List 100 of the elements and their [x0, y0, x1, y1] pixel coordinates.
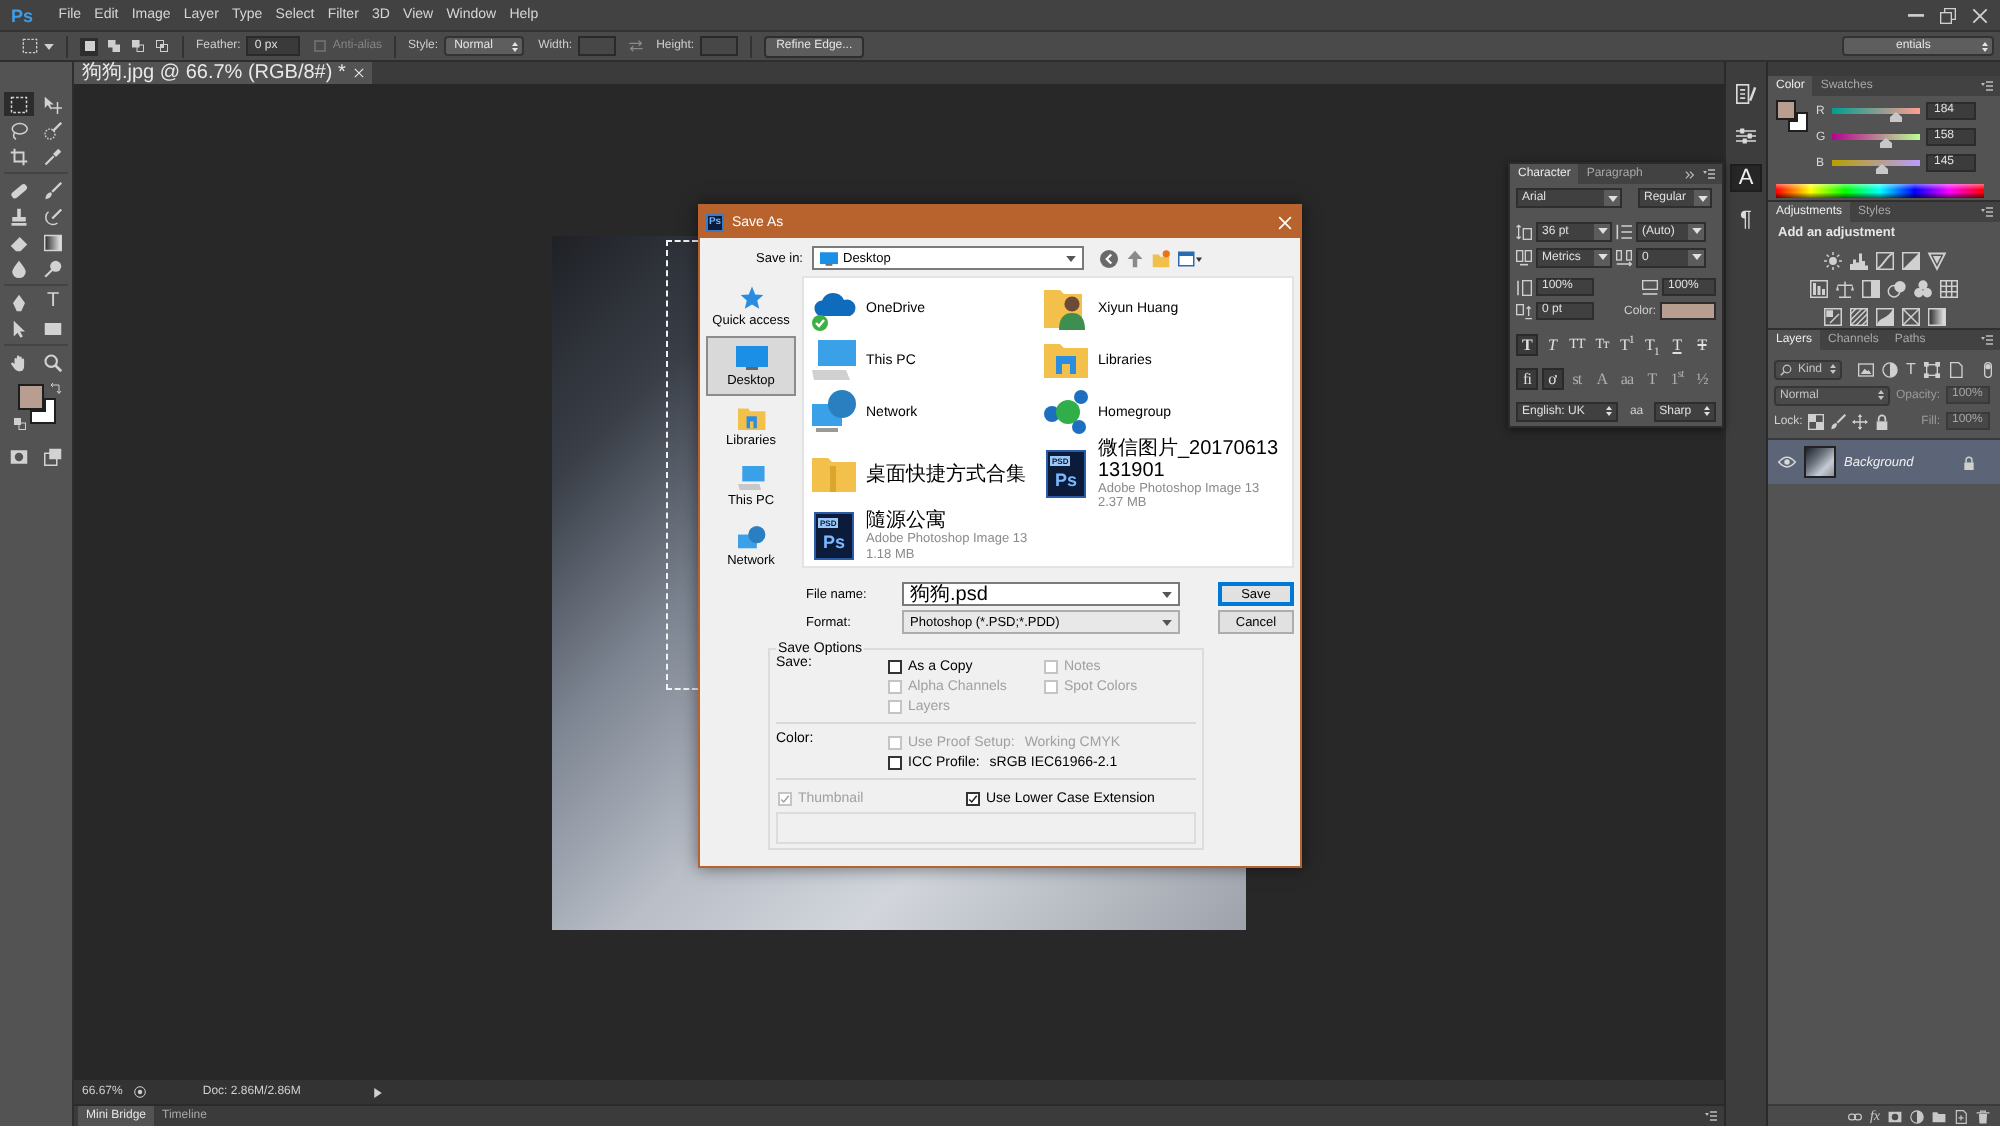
- restore-icon[interactable]: [1940, 7, 1956, 23]
- new-page-icon[interactable]: [1954, 1109, 1968, 1123]
- balance-scale-icon[interactable]: [1836, 280, 1854, 298]
- play-icon[interactable]: [374, 1087, 383, 1097]
- opentype-button[interactable]: fi: [1516, 368, 1538, 390]
- foreground-color-swatch[interactable]: [1776, 100, 1796, 120]
- shape-square-icon[interactable]: [1923, 361, 1940, 377]
- split-square-icon[interactable]: [1901, 252, 1919, 270]
- tracking-icon: [1616, 249, 1632, 265]
- height-field[interactable]: [700, 36, 739, 56]
- scroll-brush-icon: [1736, 84, 1756, 104]
- file-name[interactable]: 隨源公寓: [866, 510, 1028, 532]
- padlock-icon[interactable]: [1874, 413, 1891, 429]
- move-arrows-icon[interactable]: [1852, 413, 1869, 429]
- dock-button[interactable]: A: [1730, 164, 1762, 192]
- eye-icon[interactable]: [1778, 456, 1796, 468]
- gradient-square-icon[interactable]: [1927, 308, 1945, 326]
- default-colors-icon[interactable]: [14, 418, 26, 430]
- tool-button[interactable]: [38, 118, 68, 142]
- mask-icon[interactable]: [1888, 1109, 1902, 1123]
- close-icon[interactable]: [1972, 7, 1988, 23]
- toggle-switch-icon[interactable]: [1984, 361, 1992, 377]
- opentype-button[interactable]: ơ: [1541, 368, 1563, 390]
- size-arrows-icon: [1516, 223, 1532, 239]
- dock-button[interactable]: ¶: [1730, 206, 1762, 234]
- type-style-button[interactable]: T$_{1}$: [1641, 334, 1663, 356]
- file-name-field[interactable]: 狗狗.psd: [902, 582, 1180, 606]
- selection-mode-button[interactable]: [80, 37, 98, 55]
- trash-icon[interactable]: [1976, 1109, 1990, 1123]
- bar-square-icon[interactable]: [1810, 280, 1828, 298]
- three-circles-icon[interactable]: [1914, 280, 1932, 298]
- triangle-icon[interactable]: [1927, 252, 1945, 270]
- selection-mode-button[interactable]: [152, 37, 170, 55]
- width-field[interactable]: [578, 36, 617, 56]
- inverted-square-icon[interactable]: [1823, 308, 1841, 326]
- bandage-icon: [10, 181, 28, 199]
- half-circle-icon[interactable]: [1882, 361, 1898, 377]
- curve-graph-icon[interactable]: [1875, 252, 1893, 270]
- view-menu-icon[interactable]: [1177, 249, 1201, 267]
- back-arrow-icon[interactable]: [1099, 249, 1117, 267]
- image-icon[interactable]: [1858, 361, 1874, 377]
- minimize-icon[interactable]: [1908, 13, 1924, 17]
- dashed-square-icon[interactable]: [22, 38, 38, 54]
- line-spacing-icon: [1616, 223, 1632, 239]
- histogram-icon[interactable]: [1849, 252, 1867, 270]
- half-filled-square-icon[interactable]: [1862, 280, 1880, 298]
- document-icon[interactable]: [1947, 361, 1964, 377]
- double-chevron-icon[interactable]: [1684, 169, 1696, 179]
- checkbox[interactable]: [888, 755, 902, 769]
- half-circle-icon[interactable]: [1910, 1109, 1924, 1123]
- brush-swirl-icon: [44, 207, 62, 225]
- swap-arrow-icon[interactable]: [50, 382, 62, 394]
- color-spectrum-bar[interactable]: [1776, 184, 1984, 198]
- selection-mode-button[interactable]: [128, 37, 146, 55]
- panel-menu-icon[interactable]: [1704, 1110, 1718, 1122]
- up-arrow-icon[interactable]: [1125, 249, 1143, 267]
- panel-menu-icon[interactable]: [1980, 80, 1994, 92]
- file-name[interactable]: 桌面快捷方式合集: [866, 463, 1026, 485]
- brush-icon[interactable]: [1830, 413, 1847, 429]
- panel-menu-icon[interactable]: [1702, 168, 1716, 180]
- background-color-swatch[interactable]: [30, 398, 56, 424]
- panel-menu-icon[interactable]: [1980, 334, 1994, 346]
- tool-button[interactable]: T: [38, 290, 68, 314]
- checkbox[interactable]: [888, 659, 902, 673]
- new-folder-icon[interactable]: [1151, 249, 1169, 267]
- checkerboard-icon[interactable]: [1808, 413, 1825, 429]
- up-down-caret-icon: [512, 41, 519, 51]
- selection-mode-button[interactable]: [104, 37, 122, 55]
- grid-icon[interactable]: [1940, 280, 1958, 298]
- foreground-color-swatch[interactable]: [18, 384, 44, 410]
- dock-button[interactable]: [1730, 80, 1762, 108]
- type-style-button[interactable]: T$^{1}$: [1616, 334, 1638, 356]
- sliders-icon: [1736, 126, 1756, 146]
- tool-button[interactable]: [38, 350, 68, 374]
- sun-icon[interactable]: [1823, 252, 1841, 270]
- tool-button[interactable]: [4, 92, 34, 116]
- file-name[interactable]: 微信图片_20170613131901: [1098, 437, 1286, 481]
- striped-square-icon[interactable]: [1849, 308, 1867, 326]
- threshold-square-icon[interactable]: [1875, 308, 1893, 326]
- close-icon[interactable]: [353, 68, 364, 78]
- layer-thumbnail: [1804, 446, 1836, 478]
- text-color-swatch[interactable]: [1660, 302, 1716, 320]
- caret-icon[interactable]: [44, 43, 54, 49]
- status-circle-icon[interactable]: [134, 1086, 147, 1098]
- type-style-button[interactable]: T: [1541, 334, 1563, 356]
- tool-button[interactable]: [38, 230, 68, 254]
- checkbox[interactable]: [966, 791, 980, 805]
- type-style-button[interactable]: T: [1516, 334, 1538, 356]
- overlapping-circles-icon[interactable]: [1888, 280, 1906, 298]
- type-style-button[interactable]: T: [1666, 334, 1688, 356]
- type-style-button[interactable]: T: [1691, 334, 1713, 356]
- swap-arrows-icon[interactable]: [628, 38, 645, 54]
- folder-icon[interactable]: [1932, 1109, 1946, 1123]
- type-filter-button[interactable]: T: [1906, 361, 1916, 377]
- stacked-windows-icon[interactable]: [44, 448, 62, 466]
- arrow-cross-icon: [44, 95, 62, 113]
- document-tab[interactable]: 狗狗.jpg @ 66.7% (RGB/8#) *: [74, 62, 372, 84]
- chain-link-icon[interactable]: [1847, 1109, 1862, 1123]
- crossed-square-icon[interactable]: [1901, 308, 1919, 326]
- panel-menu-icon[interactable]: [1980, 206, 1994, 218]
